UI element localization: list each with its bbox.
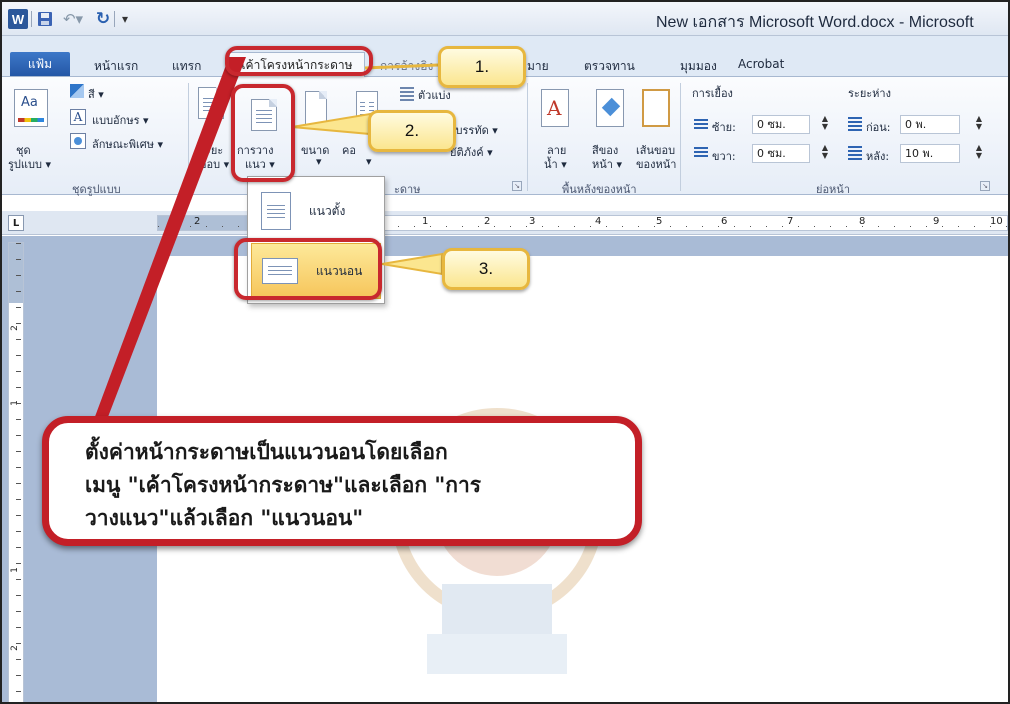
tab-references[interactable]: การอ้างอิง [380,57,433,76]
step-3-callout: 3. [442,248,530,290]
horizontal-ruler-row: L 2 1 1 2 3 4 5 6 7 8 9 10 [2,211,1008,235]
customize-quick-access-icon[interactable]: ▾ [118,9,132,29]
breaks-label[interactable]: ตัวแบ่ง [418,86,451,104]
undo-icon[interactable]: ↶▾ [60,9,86,29]
watermark-label-line2[interactable]: น้ำ ▾ [544,155,567,173]
tab-mailings[interactable]: มาย [527,57,549,76]
indent-right-label: ขวา: [712,150,736,163]
word-logo-icon[interactable]: W [8,9,28,29]
tab-insert[interactable]: แทรก [172,57,201,76]
highlight-ring-landscape [234,238,382,300]
themes-label-line2[interactable]: รูปแบบ ▾ [8,155,51,173]
vertical-ruler[interactable]: 2 1 1 2 [8,242,24,702]
margins-icon[interactable] [198,87,224,119]
page-color-icon[interactable] [596,89,624,127]
page-borders-icon[interactable] [642,89,670,127]
indent-left-icon [694,119,708,131]
indent-left-field[interactable]: 0 ซม. [752,115,810,134]
size-icon[interactable] [305,91,327,127]
repeat-icon[interactable]: ↻ [94,9,112,29]
theme-effects-label[interactable]: ลักษณะพิเศษ ▾ [92,135,163,153]
theme-colors-label[interactable]: สี ▾ [88,85,104,103]
group-separator [527,83,528,191]
paragraph-group-label: ย่อหน้า [816,183,850,196]
group-separator [680,83,681,191]
spacing-after-field[interactable]: 10 พ. [900,144,960,163]
orientation-portrait-option[interactable]: แนวตั้ง [251,183,381,239]
indent-right-icon [694,147,708,159]
breaks-icon[interactable] [400,87,414,101]
window-title: New เอกสาร Microsoft Word.docx - Microso… [656,14,974,31]
spacing-before-label: ก่อน: [866,121,891,134]
ruler-ticks [16,243,21,702]
group-separator [188,83,189,191]
spacing-after-icon [848,146,862,160]
size-dropdown-arrow[interactable]: ▾ [316,155,322,168]
tab-review[interactable]: ตรวจทาน [584,57,635,76]
word-window: W ↶▾ ↻ ▾ New เอกสาร Microsoft Word.docx … [0,0,1010,704]
title-bar: W ↶▾ ↻ ▾ New เอกสาร Microsoft Word.docx … [2,2,1008,36]
indent-right-field[interactable]: 0 ซม. [752,144,810,163]
orientation-portrait-label: แนวตั้ง [309,203,346,218]
save-icon[interactable] [36,9,54,29]
page-setup-group-label: ะดาษ [394,183,421,196]
margins-label-line2[interactable]: ขอบ ▾ [199,155,229,173]
instruction-line-2: เมนู "เค้าโครงหน้ากระดาษ"และเลือก "การ [85,472,482,497]
portrait-page-icon [261,192,291,230]
theme-fonts-icon[interactable]: A [70,109,86,125]
hyphenation-label[interactable]: ยัติภังค์ ▾ [450,143,493,161]
theme-effects-icon[interactable] [70,133,86,149]
highlight-ring-page-layout [225,46,373,76]
tab-file[interactable]: แฟ้ม [10,52,70,76]
page-setup-launcher-icon[interactable]: ↘ [512,181,522,191]
columns-dropdown-arrow[interactable]: ▾ [366,155,372,168]
themes-icon[interactable]: Aa [14,89,48,127]
spacing-before-spinner[interactable]: ▲ ▼ [974,115,984,134]
indent-left-spinner[interactable]: ▲ ▼ [820,115,830,134]
tab-selector[interactable]: L [8,215,24,231]
page-color-label-line2[interactable]: หน้า ▾ [592,155,622,173]
ribbon: Aa ชุด รูปแบบ ▾ สี ▾ A แบบอักษร ▾ ลักษณะ… [2,77,1008,196]
themes-group-label: ชุดรูปแบบ [72,183,121,196]
theme-colors-icon[interactable] [70,84,84,98]
tab-view[interactable]: มุมมอง [680,57,717,76]
instruction-line-3: วางแนว"แล้วเลือก "แนวนอน" [85,505,364,530]
tab-home[interactable]: หน้าแรก [94,57,138,76]
page-borders-label-line2[interactable]: ของหน้า [636,155,676,173]
indent-left-label: ซ้าย: [712,121,736,134]
spacing-title: ระยะห่าง [848,87,891,100]
paragraph-launcher-icon[interactable]: ↘ [980,181,990,191]
theme-fonts-label[interactable]: แบบอักษร ▾ [92,111,149,129]
spacing-after-label: หลัง: [866,150,890,163]
columns-label[interactable]: คอ [342,141,356,159]
tab-acrobat[interactable]: Acrobat [738,57,784,71]
indent-right-spinner[interactable]: ▲ ▼ [820,144,830,163]
step-1-callout: 1. [438,46,526,88]
spacing-before-field[interactable]: 0 พ. [900,115,960,134]
step-2-callout: 2. [368,110,456,152]
instruction-callout: ตั้งค่าหน้ากระดาษเป็นแนวนอนโดยเลือก เมนู… [42,416,642,546]
spacing-before-icon [848,117,862,131]
title-separator [114,11,115,27]
page-background-group-label: พื้นหลังของหน้า [562,183,637,196]
watermark-icon[interactable]: A [541,89,569,127]
instruction-line-1: ตั้งค่าหน้ากระดาษเป็นแนวนอนโดยเลือก [85,439,448,464]
title-separator [31,11,32,27]
indent-title: การเยื้อง [692,87,733,100]
spacing-after-spinner[interactable]: ▲ ▼ [974,144,984,163]
highlight-ring-orientation [231,84,295,182]
